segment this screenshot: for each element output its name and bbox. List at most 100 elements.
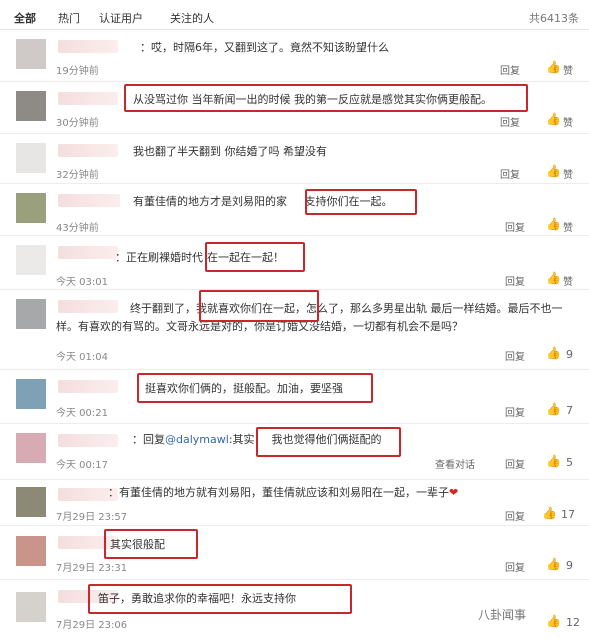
avatar[interactable] [16,143,46,173]
username-blurred[interactable] [58,92,118,105]
avatar[interactable] [16,193,46,223]
comment-time: 7月29日 23:31 [56,563,128,574]
thumbs-up-icon[interactable]: 👍 [546,164,561,178]
heart-icon: ❤ [449,486,459,499]
comment-text: ：有董佳倩的地方就有刘易阳，董佳倩就应该和刘易阳在一起，一辈子❤ [108,484,575,502]
thumbs-up-icon[interactable]: 👍 [546,112,561,126]
like-label[interactable]: 赞 [563,62,573,77]
like-label[interactable]: 赞 [563,114,573,129]
comment-item: 终于翻到了，我就喜欢你们在一起，怎么了，那么多男星出轨 最后一样结婚。最后不也一… [0,290,589,370]
comment-text: ：回复@dalymawl:其实， 我也觉得他们俩挺配的 [132,431,575,449]
comment-time: 7月29日 23:57 [56,512,128,523]
thumbs-up-icon[interactable]: 👍 [546,454,561,468]
thumbs-up-icon[interactable]: 👍 [546,271,561,285]
comment-text: ：正在刷裸婚时代 在一起在一起！ [115,249,575,267]
filter-tabs: 全部 热门 认证用户 关注的人 共6413条 [0,0,589,30]
thumbs-up-icon[interactable]: 👍 [546,217,561,231]
reply-button[interactable]: 回复 [505,508,525,523]
thumbs-up-icon[interactable]: 👍 [546,557,561,571]
tab-hot[interactable]: 热门 [58,10,80,26]
reply-button[interactable]: 回复 [505,456,525,471]
comment-text: ：哎，时隔6年，又翻到这了。竟然不知该盼望什么 [140,41,389,54]
reply-prefix: ：回复 [132,433,165,446]
username-blurred[interactable] [58,144,118,157]
like-count: 9 [566,348,573,361]
avatar[interactable] [16,245,46,275]
thumbs-up-icon[interactable]: 👍 [546,614,561,628]
reply-button[interactable]: 回复 [500,114,520,129]
thumbs-up-icon[interactable]: 👍 [542,506,557,520]
like-count: 12 [566,616,580,629]
reply-button[interactable]: 回复 [500,166,520,181]
comment-text: 其实很般配 [110,538,165,551]
like-label[interactable]: 赞 [563,166,573,181]
reply-button[interactable]: 回复 [505,219,525,234]
reply-button[interactable]: 回复 [505,348,525,363]
avatar[interactable] [16,299,46,329]
thumbs-up-icon[interactable]: 👍 [546,60,561,74]
comment-time: 7月29日 23:06 [56,620,128,631]
comment-text-highlighted: 支持你们在一起。 [304,195,393,208]
view-conversation-button[interactable]: 查看对话 [435,456,475,471]
avatar[interactable] [16,487,46,517]
comment-time: 今天 00:21 [56,408,108,419]
avatar[interactable] [16,91,46,121]
comment-text-highlighted: 我也觉得他们俩挺配的 [271,433,382,446]
like-count: 5 [566,456,573,469]
like-count: 17 [561,508,575,521]
thumbs-up-icon[interactable]: 👍 [546,346,561,360]
comment-item: 其实很般配 7月29日 23:31 回复 👍 9 [0,526,589,580]
username-blurred[interactable] [58,380,118,393]
comment-text-main: ：正在刷裸婚时代 [115,251,203,264]
like-count: 7 [566,404,573,417]
avatar[interactable] [16,536,46,566]
username-blurred[interactable] [58,40,118,53]
username-blurred[interactable] [58,246,118,259]
like-count: 9 [566,559,573,572]
like-label[interactable]: 赞 [563,273,573,288]
comment-item: 有董佳倩的地方才是刘易阳的家 支持你们在一起。 43分钟前 回复 👍 赞 [0,184,589,236]
comment-item: 我也翻了半天翻到 你结婚了吗 希望没有 32分钟前 回复 👍 赞 [0,134,589,184]
comment-item: 从没骂过你 当年新闻一出的时候 我的第一反应就是感觉其实你俩更般配。 30分钟前… [0,82,589,134]
comment-time: 今天 03:01 [56,277,108,288]
tab-following[interactable]: 关注的人 [170,10,214,26]
reply-button[interactable]: 回复 [505,404,525,419]
username-blurred[interactable] [58,194,120,207]
tab-all[interactable]: 全部 [14,10,36,26]
comment-item: 挺喜欢你们俩的，挺般配。加油，要坚强 今天 00:21 回复 👍 7 [0,370,589,424]
comment-text-highlighted: 在一起在一起！ [207,251,284,264]
like-label[interactable]: 赞 [563,219,573,234]
comment-time: 今天 01:04 [56,352,108,363]
comment-time: 30分钟前 [56,118,99,129]
comment-text: 挺喜欢你们俩的，挺般配。加油，要坚强 [145,382,343,395]
username-blurred[interactable] [58,434,118,447]
comment-text: 从没骂过你 当年新闻一出的时候 我的第一反应就是感觉其实你俩更般配。 [133,93,492,106]
reply-button[interactable]: 回复 [500,62,520,77]
comment-time: 19分钟前 [56,66,99,77]
tab-verified[interactable]: 认证用户 [99,10,143,26]
comment-text: 终于翻到了，我就喜欢你们在一起，怎么了，那么多男星出轨 最后一样结婚。最后不也一… [56,302,563,333]
watermark: 八卦闻事 [478,608,527,622]
comment-item: ：回复@dalymawl:其实， 我也觉得他们俩挺配的 今天 00:17 查看对话… [0,424,589,480]
comment-total-count: 共6413条 [529,12,579,25]
mention-link[interactable]: @dalymawl [165,433,229,446]
comment-item: ：正在刷裸婚时代 在一起在一起！ 今天 03:01 回复 👍 赞 [0,236,589,290]
comment-text-main: ：有董佳倩的地方就有刘易阳，董佳倩就应该和刘易阳在一起，一辈子 [108,486,449,499]
avatar[interactable] [16,379,46,409]
comment-text: 有董佳倩的地方才是刘易阳的家 支持你们在一起。 [133,193,575,211]
comment-time: 32分钟前 [56,170,99,181]
comment-item: ：有董佳倩的地方就有刘易阳，董佳倩就应该和刘易阳在一起，一辈子❤ 7月29日 2… [0,480,589,526]
comment-time: 43分钟前 [56,223,99,234]
comment-text-main: 有董佳倩的地方才是刘易阳的家 [133,195,287,208]
reply-text: :其实， [228,433,266,446]
avatar[interactable] [16,39,46,69]
reply-button[interactable]: 回复 [505,273,525,288]
thumbs-up-icon[interactable]: 👍 [546,402,561,416]
avatar[interactable] [16,592,46,622]
comment-text: 我也翻了半天翻到 你结婚了吗 希望没有 [133,145,327,158]
reply-button[interactable]: 回复 [505,559,525,574]
username-blurred[interactable] [58,536,118,549]
comment-time: 今天 00:17 [56,460,108,471]
comment-item: ：哎，时隔6年，又翻到这了。竟然不知该盼望什么 19分钟前 回复 👍 赞 [0,30,589,82]
avatar[interactable] [16,433,46,463]
